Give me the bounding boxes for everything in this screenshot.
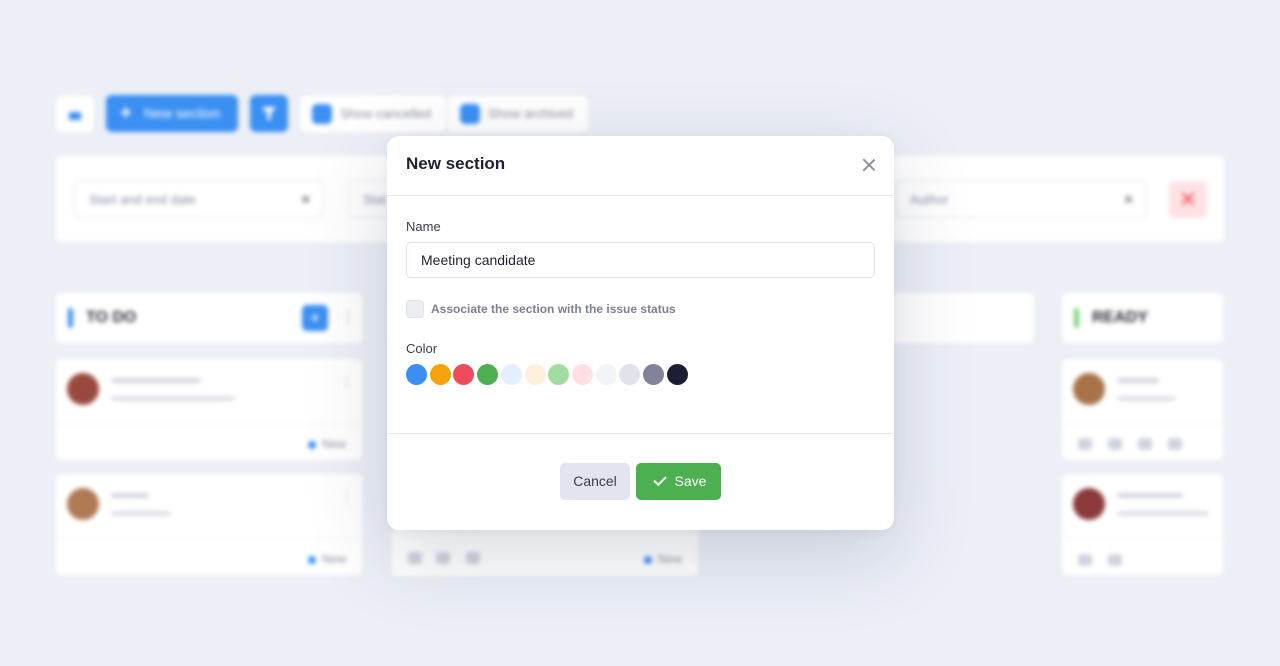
check-icon	[653, 472, 667, 487]
column-accent	[68, 308, 73, 328]
dialog-title: New section	[406, 154, 506, 173]
eye-icon	[1078, 554, 1092, 566]
author-filter-text: Author	[910, 192, 949, 207]
name-input[interactable]	[406, 242, 875, 278]
color-swatch[interactable]	[666, 364, 688, 385]
show-cancelled-label: Show cancelled	[340, 106, 432, 121]
show-cancelled-toggle[interactable]: Show cancelled	[300, 96, 446, 132]
column-accent	[1074, 308, 1079, 328]
save-button[interactable]: Save	[636, 463, 721, 500]
color-swatch[interactable]	[643, 364, 664, 385]
comment-icon	[1168, 438, 1182, 450]
color-swatch[interactable]	[453, 364, 475, 385]
color-swatch[interactable]	[524, 364, 546, 385]
clear-filters-button[interactable]: ✕	[1169, 181, 1207, 218]
avatar	[67, 488, 99, 520]
status-badge: New	[644, 552, 682, 566]
date-filter[interactable]: Start and end date ✕	[74, 180, 324, 218]
add-card-button[interactable]: +	[302, 305, 328, 331]
close-icon[interactable]	[860, 156, 878, 174]
cancel-button[interactable]: Cancel	[560, 463, 630, 500]
divider	[1062, 538, 1223, 539]
filter-button[interactable]	[250, 95, 288, 132]
color-swatch[interactable]	[406, 364, 427, 385]
color-swatch[interactable]	[548, 364, 570, 385]
name-label: Name	[406, 219, 441, 234]
card-title-line	[1117, 378, 1159, 383]
new-section-toolbar-label: New section	[144, 105, 221, 121]
status-badge: New	[308, 552, 346, 566]
color-swatch[interactable]	[500, 364, 522, 385]
task-card[interactable]	[1062, 474, 1223, 575]
avatar	[1073, 373, 1105, 405]
clock-icon	[1078, 438, 1092, 450]
avatar	[67, 373, 99, 405]
color-swatch[interactable]	[429, 364, 451, 385]
save-label: Save	[674, 473, 707, 489]
card-subtitle-line	[1117, 396, 1175, 401]
kebab-icon[interactable]: ⋮	[340, 373, 354, 390]
new-section-dialog: New section Name Associate the section w…	[387, 136, 894, 530]
color-swatch[interactable]	[595, 364, 617, 385]
header-divider	[387, 195, 894, 196]
folder-icon	[1138, 438, 1152, 450]
column-header-ready: READY	[1062, 293, 1223, 343]
column-title: TO DO	[86, 309, 137, 326]
color-swatch[interactable]	[619, 364, 641, 385]
cancel-label: Cancel	[573, 473, 617, 489]
checkbox-icon	[460, 104, 480, 124]
user-icon	[408, 552, 422, 564]
associate-status-label: Associate the section with the issue sta…	[431, 302, 676, 316]
comment-icon	[466, 552, 480, 564]
card-title-line	[1117, 493, 1183, 498]
author-filter[interactable]: Author ✕	[895, 180, 1147, 218]
color-label: Color	[406, 341, 438, 356]
task-card[interactable]: ⋮ New	[56, 474, 362, 575]
status-badge: New	[308, 437, 346, 451]
footer-divider	[387, 433, 894, 434]
divider	[56, 538, 362, 539]
card-subtitle-line	[1117, 511, 1209, 516]
color-swatch[interactable]	[477, 364, 499, 385]
clear-icon[interactable]: ✕	[300, 181, 311, 219]
column-title: READY	[1092, 309, 1149, 326]
task-card[interactable]	[1062, 359, 1223, 460]
date-filter-text: Start and end date	[89, 192, 196, 207]
show-archived-toggle[interactable]: Show archived	[448, 96, 588, 132]
avatar	[1073, 488, 1105, 520]
kebab-icon[interactable]: ⋮	[340, 488, 354, 505]
folder-icon	[436, 552, 450, 564]
checkbox-icon	[312, 104, 332, 124]
user-icon	[1108, 438, 1122, 450]
divider	[56, 423, 362, 424]
card-title-line	[111, 378, 201, 383]
home-button[interactable]	[56, 96, 94, 132]
task-card[interactable]: ⋮ New	[56, 359, 362, 460]
card-title-line	[111, 493, 149, 498]
clear-icon[interactable]: ✕	[1123, 181, 1134, 219]
divider	[1062, 423, 1223, 424]
associate-status-checkbox[interactable]	[406, 300, 424, 318]
card-subtitle-line	[111, 511, 171, 516]
color-swatch[interactable]	[571, 364, 593, 385]
status-filter-text: Stat	[363, 192, 387, 207]
link-icon	[1108, 554, 1122, 566]
plus-icon: +	[120, 102, 132, 124]
kebab-icon[interactable]: ⋮	[340, 307, 356, 327]
new-section-toolbar-button[interactable]: + New section	[106, 95, 238, 132]
card-subtitle-line	[111, 396, 235, 401]
show-archived-label: Show archived	[488, 106, 574, 121]
column-header-todo: TO DO + ⋮	[56, 293, 362, 343]
